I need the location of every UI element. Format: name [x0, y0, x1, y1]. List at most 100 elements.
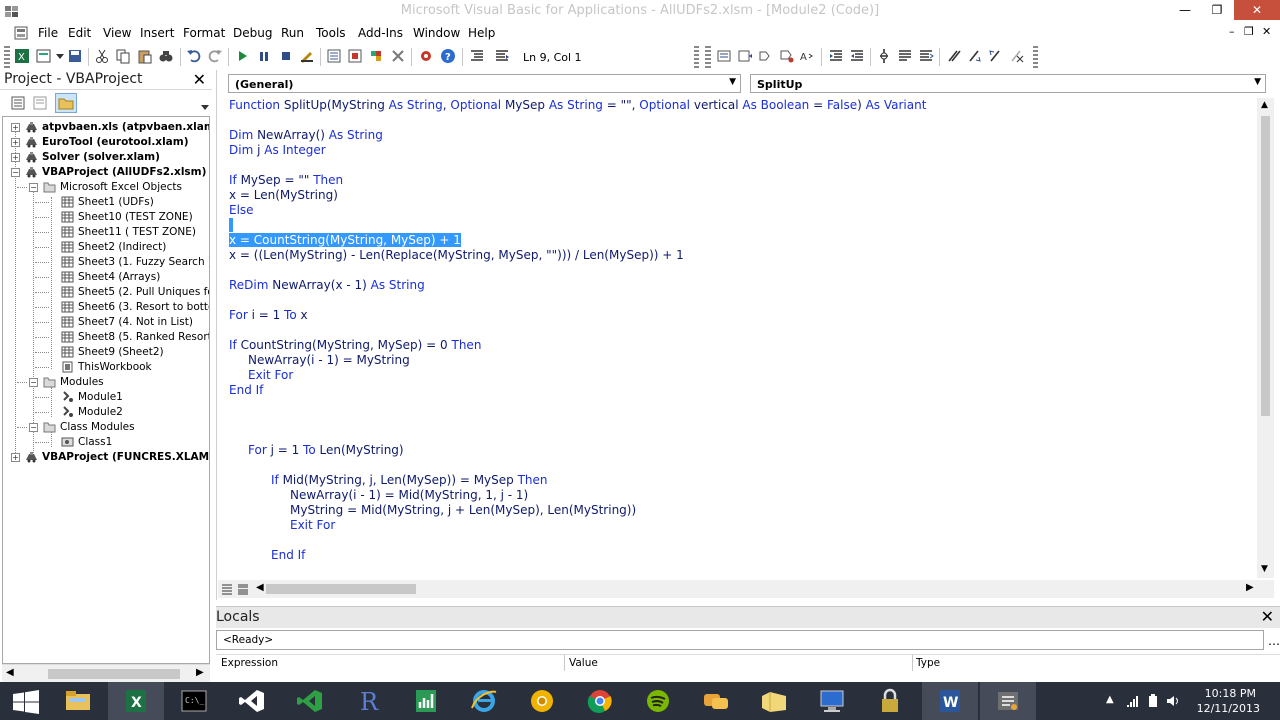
collapse-icon[interactable]: − [29, 423, 38, 432]
taskbar-explorer[interactable] [50, 682, 106, 720]
code-line[interactable]: End If [271, 548, 305, 563]
column-divider[interactable] [564, 655, 565, 671]
list-constants-icon[interactable] [737, 48, 753, 64]
scroll-thumb[interactable] [48, 669, 180, 679]
uncomment-block-icon[interactable] [918, 48, 934, 64]
tree-item[interactable]: Sheet11 ( TEST ZONE) [3, 225, 209, 240]
taskbar-internet-explorer[interactable] [456, 682, 512, 720]
tree-item[interactable]: Sheet5 (2. Pull Uniques form [3, 285, 209, 300]
project-explorer-icon[interactable] [326, 48, 342, 64]
edit-toolbar-grip[interactable] [705, 46, 711, 68]
save-icon[interactable] [67, 48, 83, 64]
menu-add-ins[interactable]: Add-Ins [358, 26, 403, 40]
code-line[interactable]: If MySep = "" Then [229, 173, 343, 188]
tree-item[interactable]: − VBAProject (AllUDFs2.xlsm) [3, 165, 209, 180]
taskbar-visual-studio[interactable] [224, 682, 280, 720]
menu-edit[interactable]: Edit [68, 26, 91, 40]
code-line[interactable]: Exit For [290, 518, 335, 533]
collapse-icon[interactable]: − [29, 183, 38, 192]
outdent-icon[interactable] [494, 48, 510, 64]
code-line[interactable]: For i = 1 To x [229, 308, 308, 323]
clock-date[interactable]: 12/11/2013 [1197, 702, 1260, 715]
indent-icon[interactable] [469, 48, 485, 64]
previous-bookmark-icon[interactable] [988, 48, 1004, 64]
call-stack-button[interactable]: … [1268, 634, 1280, 648]
menu-insert[interactable]: Insert [140, 26, 174, 40]
object-combo[interactable]: (General) ▼ [228, 74, 741, 93]
dropdown-arrow-icon[interactable] [52, 48, 68, 64]
column-type[interactable]: Type [916, 657, 940, 669]
taskbar-chrome-canary[interactable] [514, 682, 570, 720]
code-line[interactable]: If CountString(MyString, MySep) = 0 Then [229, 338, 481, 353]
next-bookmark-icon[interactable] [967, 48, 983, 64]
taskbar-lync[interactable] [688, 682, 744, 720]
design-mode-icon[interactable] [299, 48, 315, 64]
scroll-left-icon[interactable]: ◀ [256, 582, 264, 593]
power-icon[interactable] [1146, 694, 1160, 708]
taskbar-command-prompt[interactable]: C:\_ [166, 682, 222, 720]
indent-block-icon[interactable] [828, 48, 844, 64]
chevron-down-icon[interactable]: ▼ [1254, 77, 1261, 87]
view-code-icon[interactable] [10, 95, 26, 111]
toolbar-grip[interactable] [4, 46, 10, 68]
tree-item[interactable]: Sheet2 (Indirect) [3, 240, 209, 255]
add-watch-icon[interactable] [418, 48, 434, 64]
procedure-combo[interactable]: SplitUp ▼ [750, 74, 1266, 93]
mdi-restore-button[interactable]: ❐ [1244, 25, 1254, 38]
taskbar-onedrive[interactable] [746, 682, 802, 720]
tree-item[interactable]: − Microsoft Excel Objects [3, 180, 209, 195]
column-value[interactable]: Value [569, 657, 598, 669]
scroll-down-icon[interactable]: ▼ [1261, 564, 1268, 574]
tree-item[interactable]: Module2 [3, 405, 209, 420]
project-tree-horizontal-scrollbar[interactable]: ◀ ▶ [2, 664, 210, 682]
column-expression[interactable]: Expression [221, 657, 278, 669]
view-object-icon[interactable] [32, 95, 48, 111]
tree-item[interactable]: Module1 [3, 390, 209, 405]
list-properties-icon[interactable] [716, 48, 732, 64]
minimize-button[interactable]: — [1170, 0, 1200, 20]
tree-item[interactable]: Class1 [3, 435, 209, 450]
code-line[interactable]: MyString = Mid(MyString, j + Len(MySep),… [290, 503, 636, 518]
code-line[interactable]: Function SplitUp(MyString As String, Opt… [229, 98, 926, 113]
toolbar-grip[interactable] [694, 46, 699, 68]
collapse-icon[interactable]: − [11, 168, 20, 177]
clock-time[interactable]: 10:18 PM [1205, 687, 1256, 700]
scroll-up-icon[interactable]: ▲ [1261, 100, 1268, 110]
scroll-right-icon[interactable]: ▶ [196, 667, 204, 678]
undo-icon[interactable] [186, 48, 202, 64]
tree-item[interactable]: + EuroTool (eurotool.xlam) [3, 135, 209, 150]
code-line[interactable]: x = Len(MyString) [229, 188, 338, 203]
menu-help[interactable]: Help [468, 26, 495, 40]
copy-icon[interactable] [115, 48, 131, 64]
code-editor[interactable]: Function SplitUp(MyString As String, Opt… [229, 98, 1257, 578]
tree-item[interactable]: Sheet4 (Arrays) [3, 270, 209, 285]
menu-view[interactable]: View [103, 26, 131, 40]
menu-file[interactable]: File [38, 26, 58, 40]
run-icon[interactable] [234, 48, 250, 64]
code-line[interactable]: NewArray(i - 1) = MyString [248, 353, 410, 368]
object-browser-icon[interactable] [368, 48, 384, 64]
code-line[interactable]: End If [229, 383, 263, 398]
excel-view-icon[interactable] [14, 26, 28, 40]
code-horizontal-scrollbar[interactable]: ◀ ▶ [218, 580, 1274, 598]
excel-icon[interactable]: X [14, 48, 30, 64]
toggle-breakpoint-icon[interactable] [876, 48, 892, 64]
taskbar-keepass[interactable] [862, 682, 918, 720]
expand-icon[interactable]: + [11, 453, 20, 462]
expand-icon[interactable]: + [11, 153, 20, 162]
taskbar-visual-studio-express[interactable] [282, 682, 338, 720]
tree-item[interactable]: Sheet8 (5. Ranked Resort) [3, 330, 209, 345]
taskbar-r[interactable]: R [340, 682, 396, 720]
taskbar-spotify[interactable] [630, 682, 686, 720]
code-line[interactable]: For j = 1 To Len(MyString) [248, 443, 404, 458]
parameter-info-icon[interactable] [779, 48, 795, 64]
procedure-view-icon[interactable] [221, 583, 233, 595]
mdi-close-button[interactable]: ✕ [1262, 25, 1271, 38]
toolbox-icon[interactable] [390, 48, 406, 64]
code-line[interactable]: If Mid(MyString, j, Len(MySep)) = MySep … [271, 473, 548, 488]
column-divider[interactable] [912, 655, 913, 671]
properties-window-icon[interactable] [347, 48, 363, 64]
tree-item[interactable]: Sheet1 (UDFs) [3, 195, 209, 210]
menu-run[interactable]: Run [281, 26, 304, 40]
expand-icon[interactable]: + [11, 138, 20, 147]
